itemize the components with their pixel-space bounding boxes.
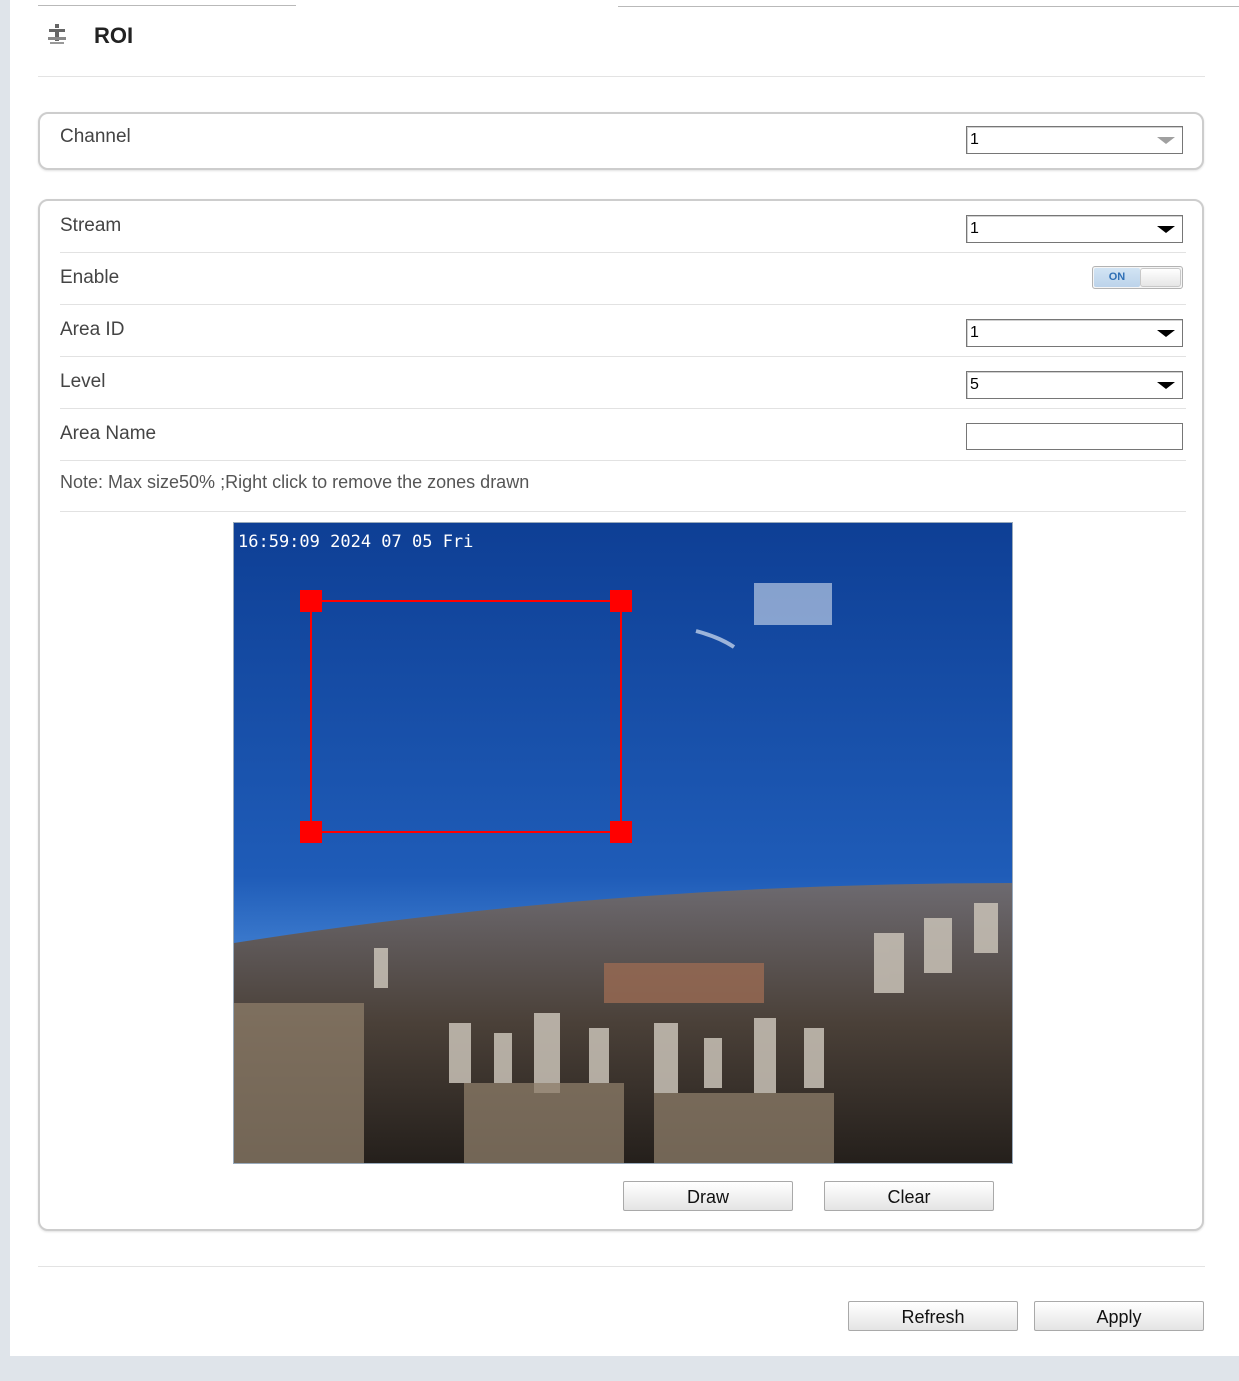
header-divider [38,76,1205,77]
roi-handle-top-left[interactable] [300,590,322,612]
network-icon [48,24,66,44]
area-id-row: Area ID 1 [60,305,1186,357]
channel-panel: Channel 1 [38,112,1204,170]
roi-panel: Stream 1 Enable ON Area ID 1 Level 5 Are… [38,199,1204,1231]
roi-handle-top-right[interactable] [610,590,632,612]
area-name-row: Area Name [60,409,1186,461]
roi-settings-page: ROI Channel 1 Stream 1 Enable ON Area ID… [10,0,1239,1356]
page-title: ROI [94,23,134,48]
enable-label: Enable [60,267,120,288]
enable-toggle[interactable]: ON [1092,266,1183,289]
roi-note: Note: Max size50% ;Right click to remove… [60,472,530,492]
apply-button[interactable]: Apply [1034,1301,1204,1331]
area-id-select[interactable]: 1 [966,319,1183,347]
chevron-down-icon [1157,330,1175,337]
chevron-down-icon [1157,137,1175,144]
page-header: ROI [46,18,133,54]
level-select-value: 5 [970,376,979,393]
enable-row: Enable ON [60,253,1186,305]
footer-divider [38,1266,1205,1267]
clear-button[interactable]: Clear [824,1181,994,1211]
camera-frame: 16:59:09 2024 07 05 Fri [234,523,1012,1163]
area-id-label: Area ID [60,319,125,340]
area-id-select-value: 1 [970,324,979,341]
channel-select[interactable]: 1 [966,126,1183,154]
refresh-button[interactable]: Refresh [848,1301,1018,1331]
stream-select[interactable]: 1 [966,215,1183,243]
video-timestamp: 16:59:09 2024 07 05 Fri [238,532,473,552]
chevron-down-icon [1157,226,1175,233]
toggle-knob [1140,268,1181,287]
note-divider [60,511,1186,512]
enable-toggle-state: ON [1094,268,1140,287]
level-label: Level [60,371,106,392]
channel-select-value: 1 [970,131,979,148]
area-name-label: Area Name [60,423,157,444]
channel-row: Channel 1 [60,114,1186,166]
stream-select-value: 1 [970,220,979,237]
level-row: Level 5 [60,357,1186,409]
stream-row: Stream 1 [60,201,1186,253]
top-divider-left [38,5,296,6]
stream-label: Stream [60,215,122,236]
roi-handle-bottom-right[interactable] [610,821,632,843]
roi-handle-bottom-left[interactable] [300,821,322,843]
top-divider-right [618,6,1239,7]
chevron-down-icon [1157,382,1175,389]
area-name-input[interactable] [966,423,1183,450]
draw-button[interactable]: Draw [623,1181,793,1211]
channel-label: Channel [60,126,131,147]
level-select[interactable]: 5 [966,371,1183,399]
video-preview[interactable]: 16:59:09 2024 07 05 Fri [233,522,1013,1164]
